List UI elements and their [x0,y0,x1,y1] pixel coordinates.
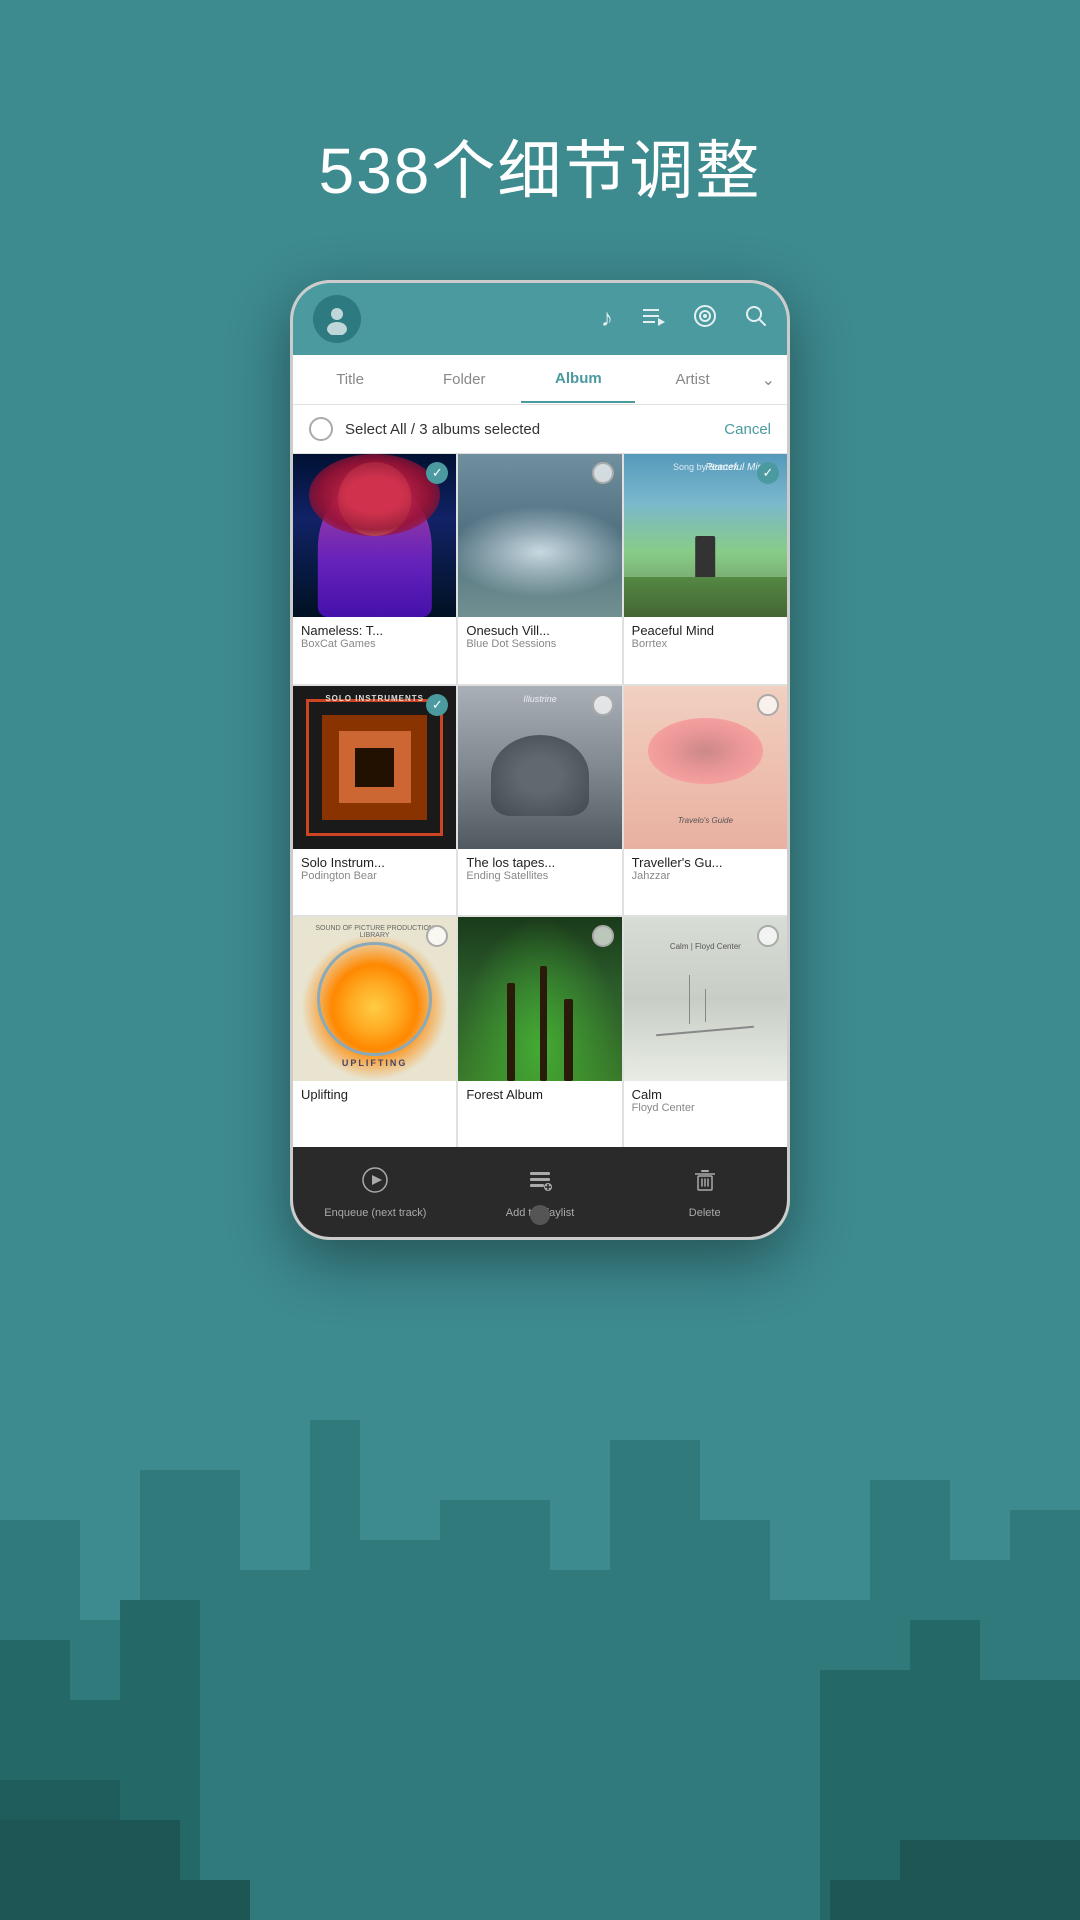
album-name-1: Nameless: T... [301,623,448,638]
selected-count-text: 3 albums selected [419,421,540,438]
cancel-button[interactable]: Cancel [724,421,771,438]
selection-text: Select All / 3 albums selected [345,421,724,438]
selection-separator: / [411,421,419,438]
album-artist-2: Blue Dot Sessions [466,638,613,650]
album-name-2: Onesuch Vill... [466,623,613,638]
selection-bar: Select All / 3 albums selected Cancel [293,405,787,454]
disc-icon[interactable] [693,304,717,335]
avatar[interactable] [313,295,361,343]
album-artist-6: Jahzzar [632,870,779,882]
select-all-label[interactable]: Select All [345,421,407,438]
search-icon[interactable] [745,305,767,334]
album-check-2[interactable] [592,462,614,484]
album-info-1: Nameless: T... BoxCat Games [293,617,456,658]
tab-folder[interactable]: Folder [407,357,521,402]
album-item[interactable]: ✓ Nameless: T... BoxCat Games [293,454,456,684]
home-button[interactable] [530,1205,550,1225]
album-info-9: Calm Floyd Center [624,1081,787,1122]
album-info-2: Onesuch Vill... Blue Dot Sessions [458,617,621,658]
album-artist-1: BoxCat Games [301,638,448,650]
album-info-3: Peaceful Mind Borrtex [624,617,787,658]
album-name-4: Solo Instrum... [301,855,448,870]
album-item[interactable]: Travelo's Guide Traveller's Gu... Jahzza… [624,686,787,916]
enqueue-icon [361,1166,389,1201]
tab-artist[interactable]: Artist [635,357,749,402]
album-info-6: Traveller's Gu... Jahzzar [624,849,787,890]
album-check-3[interactable]: ✓ [757,462,779,484]
phone-screen: ♪ [293,283,787,1237]
tab-title[interactable]: Title [293,357,407,402]
tab-bar: Title Folder Album Artist ⌄ [293,355,787,405]
album-item[interactable]: Onesuch Vill... Blue Dot Sessions [458,454,621,684]
album-info-4: Solo Instrum... Podington Bear [293,849,456,890]
album-artist-9: Floyd Center [632,1102,779,1114]
album-name-8: Forest Album [466,1087,613,1102]
playlist-icon [526,1166,554,1201]
album-artist-3: Borrtex [632,638,779,650]
album-name-7: Uplifting [301,1087,448,1102]
phone-device: ♪ [290,280,790,1240]
delete-button[interactable]: Delete [622,1147,787,1237]
delete-icon [691,1166,719,1201]
album-check-6[interactable] [757,694,779,716]
music-icon[interactable]: ♪ [601,305,613,333]
album-check-8[interactable] [592,925,614,947]
page-title: 538个细节调整 [0,120,1080,212]
album-info-5: The los tapes... Ending Satellites [458,849,621,890]
album-check-5[interactable] [592,694,614,716]
album-artist-4: Podington Bear [301,870,448,882]
album-name-5: The los tapes... [466,855,613,870]
album-item[interactable]: Song by Borrtex Peaceful Mind ✓ Peaceful… [624,454,787,684]
album-name-6: Traveller's Gu... [632,855,779,870]
album-item[interactable]: Calm | Floyd Center Calm Floyd Center [624,917,787,1147]
chevron-down-icon[interactable]: ⌄ [750,370,787,390]
nav-icons: ♪ [601,304,767,335]
album-item[interactable]: Forest Album [458,917,621,1147]
select-all-circle[interactable] [309,417,333,441]
album-item[interactable]: SOLO INSTRUMENTS ✓ Solo Instrum... Podin… [293,686,456,916]
album-item[interactable]: Illustrine The los tapes... Ending Satel… [458,686,621,916]
album-check-4[interactable]: ✓ [426,694,448,716]
album-info-7: Uplifting [293,1081,456,1110]
tab-album[interactable]: Album [521,356,635,403]
queue-icon[interactable] [641,305,665,333]
album-item[interactable]: SOUND OF PICTURE PRODUCTION LIBRARY UPLI… [293,917,456,1147]
album-name-9: Calm [632,1087,779,1102]
album-grid: ✓ Nameless: T... BoxCat Games Onesuch Vi… [293,454,787,1147]
enqueue-button[interactable]: Enqueue (next track) [293,1147,458,1237]
delete-label: Delete [689,1207,721,1219]
album-info-8: Forest Album [458,1081,621,1110]
nav-bar: ♪ [293,283,787,355]
album-name-3: Peaceful Mind [632,623,779,638]
enqueue-label: Enqueue (next track) [324,1207,426,1219]
album-artist-5: Ending Satellites [466,870,613,882]
